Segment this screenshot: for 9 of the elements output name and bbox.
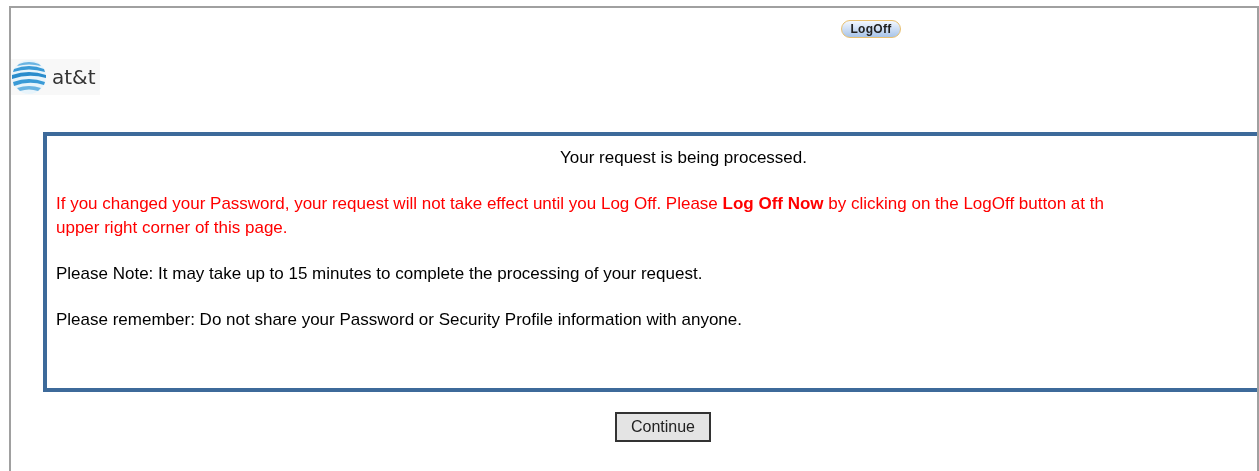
logoff-button[interactable]: LogOff <box>841 20 901 38</box>
continue-button[interactable]: Continue <box>614 412 711 442</box>
message-title: Your request is being processed. <box>559 147 808 169</box>
warning-text: upper right corner of this page. <box>56 217 288 239</box>
note-text: Please Note: It may take up to 15 minutes to complete the processing of your request. <box>56 263 703 285</box>
globe-logo-icon <box>11 59 47 95</box>
logo-wordmark: at&t <box>52 67 96 87</box>
warning-text: If you changed your Password, your request will not take effect until you Log Off. Please Log Off Now by clicking on the LogOff button at th <box>56 193 1104 215</box>
note-text: Please remember: Do not share your Password or Security Profile information with anyone. <box>56 309 742 331</box>
